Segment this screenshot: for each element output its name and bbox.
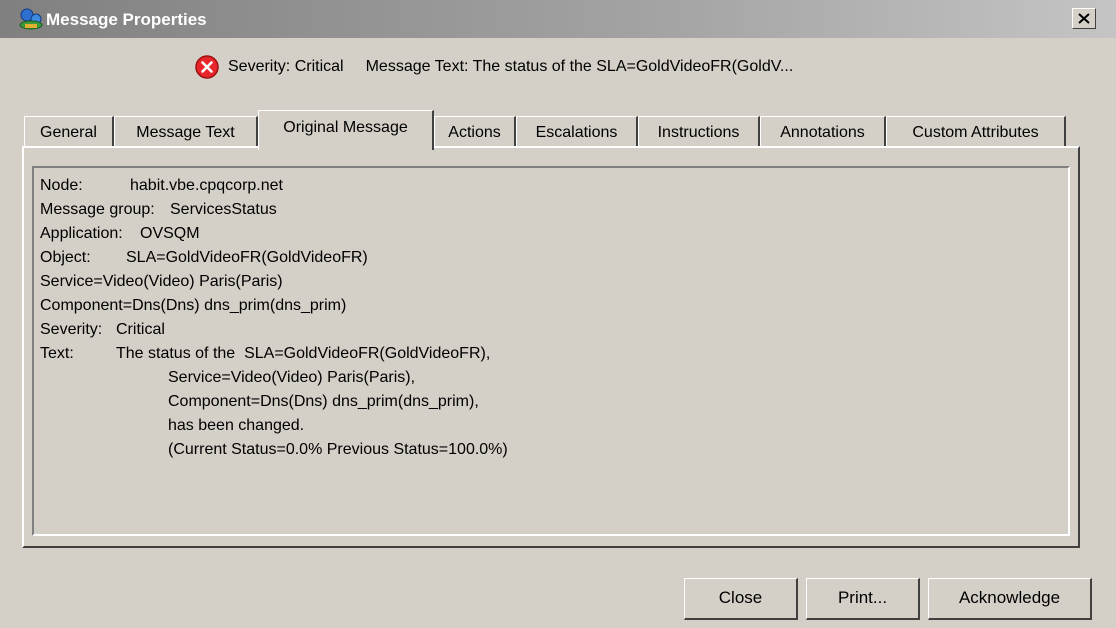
print-button[interactable]: Print...: [806, 578, 920, 620]
summary-severity-label: Severity:: [228, 58, 291, 75]
message-group-line: Message group: ServicesStatus: [40, 198, 1062, 222]
object-line: Object: SLA=GoldVideoFR(GoldVideoFR): [40, 246, 1062, 270]
service-line: Service=Video(Video) Paris(Paris): [40, 273, 283, 290]
node-label: Node:: [40, 177, 83, 194]
object-label: Object:: [40, 249, 91, 266]
text-line-2: Component=Dns(Dns) dns_prim(dns_prim),: [168, 393, 479, 410]
severity-line: Severity: Critical: [40, 318, 1062, 342]
tab-instructions[interactable]: Instructions: [638, 116, 760, 148]
tab-actions[interactable]: Actions: [434, 116, 516, 148]
title-bar[interactable]: Message Properties: [0, 0, 1116, 38]
node-value: habit.vbe.cpqcorp.net: [130, 177, 283, 194]
acknowledge-button[interactable]: Acknowledge: [928, 578, 1092, 620]
tab-annotations[interactable]: Annotations: [760, 116, 886, 148]
component-line: Component=Dns(Dns) dns_prim(dns_prim): [40, 297, 347, 314]
message-properties-window: Message Properties Severity: Critical Mes…: [0, 0, 1116, 628]
text-label: Text:: [40, 345, 74, 362]
network-nodes-icon: [19, 8, 43, 30]
tab-general[interactable]: General: [24, 116, 114, 148]
critical-x-icon: [195, 55, 219, 79]
window-close-button[interactable]: [1072, 8, 1096, 29]
severity-label: Severity:: [40, 321, 103, 338]
severity-value: Critical: [116, 321, 165, 338]
tab-message-text[interactable]: Message Text: [114, 116, 258, 148]
tab-original-message[interactable]: Original Message: [258, 110, 434, 150]
tab-custom-attributes[interactable]: Custom Attributes: [886, 116, 1066, 148]
text-line-0: The status of the SLA=GoldVideoFR(GoldVi…: [116, 345, 491, 362]
close-icon: [1078, 13, 1090, 24]
original-message-panel: Node: habit.vbe.cpqcorp.net Message group…: [22, 146, 1080, 548]
object-value: SLA=GoldVideoFR(GoldVideoFR): [126, 249, 368, 266]
window-title: Message Properties: [46, 10, 207, 29]
message-group-value: ServicesStatus: [170, 201, 277, 218]
message-summary: Severity: Critical Message Text: The stat…: [0, 54, 1116, 84]
application-label: Application:: [40, 225, 123, 242]
text-line: Text: The status of the SLA=GoldVideoFR(G…: [40, 342, 1062, 366]
summary-text: Severity: Critical Message Text: The stat…: [228, 58, 793, 76]
original-message-textbox[interactable]: Node: habit.vbe.cpqcorp.net Message group…: [32, 166, 1070, 536]
text-line-3: has been changed.: [168, 417, 305, 434]
summary-message-label: Message Text:: [365, 58, 469, 75]
text-line-1: Service=Video(Video) Paris(Paris),: [168, 369, 416, 386]
close-button[interactable]: Close: [684, 578, 798, 620]
node-line: Node: habit.vbe.cpqcorp.net: [40, 174, 1062, 198]
text-line-4: (Current Status=0.0% Previous Status=100…: [168, 441, 508, 458]
application-value: OVSQM: [140, 225, 200, 242]
summary-severity-value: Critical: [294, 58, 344, 75]
summary-message-value: The status of the SLA=GoldVideoFR(GoldV.…: [472, 58, 794, 75]
tab-escalations[interactable]: Escalations: [516, 116, 638, 148]
message-group-label: Message group:: [40, 201, 155, 218]
application-line: Application: OVSQM: [40, 222, 1062, 246]
